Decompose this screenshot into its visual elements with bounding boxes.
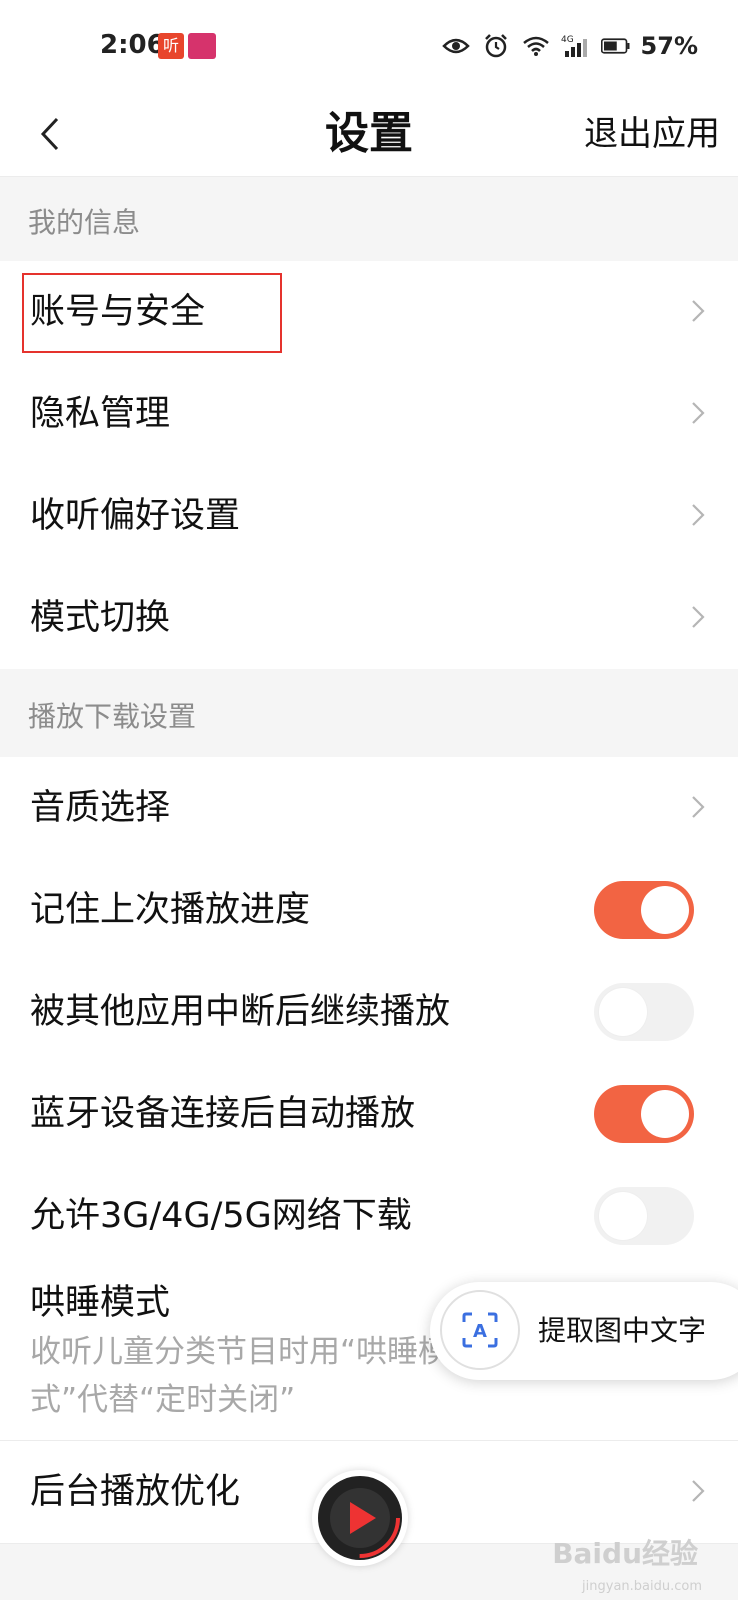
status-time: 2:06	[100, 30, 165, 60]
row-bluetooth-autoplay: 蓝牙设备连接后自动播放	[0, 1063, 738, 1166]
toggle-knob	[599, 988, 647, 1036]
eye-icon	[441, 32, 471, 60]
row-label: 哄睡模式	[30, 1283, 171, 1323]
chevron-right-icon	[692, 606, 705, 628]
chevron-right-icon	[692, 402, 705, 424]
wifi-icon	[521, 32, 551, 60]
status-icons: 4G 57%	[441, 30, 698, 62]
svg-text:4G: 4G	[561, 35, 574, 45]
mobile-network-download-toggle[interactable]	[594, 1187, 694, 1245]
row-privacy[interactable]: 隐私管理	[0, 363, 738, 466]
exit-app-button[interactable]: 退出应用	[584, 106, 720, 162]
row-remember-progress: 记住上次播放进度	[0, 859, 738, 962]
resume-after-interrupt-toggle[interactable]	[594, 983, 694, 1041]
row-listening-preferences[interactable]: 收听偏好设置	[0, 465, 738, 568]
row-description: 收听儿童分类节目时用“哄睡模式”代替“定时关闭”	[30, 1334, 450, 1418]
row-label: 隐私管理	[30, 394, 171, 434]
album-cover	[318, 1476, 402, 1560]
section-title: 播放下载设置	[28, 700, 197, 733]
row-label: 音质选择	[30, 788, 171, 828]
ximalaya-app-icon: 听	[158, 33, 184, 59]
mini-player[interactable]	[312, 1470, 408, 1566]
toggle-knob	[599, 1192, 647, 1240]
section-header-my-info: 我的信息	[0, 177, 738, 261]
row-resume-after-interrupt: 被其他应用中断后继续播放	[0, 961, 738, 1064]
row-label: 被其他应用中断后继续播放	[30, 992, 451, 1032]
chevron-right-icon	[692, 504, 705, 526]
baidu-watermark: Baidu经验	[552, 1537, 698, 1570]
row-label: 模式切换	[30, 598, 171, 638]
row-audio-quality[interactable]: 音质选择	[0, 757, 738, 860]
alarm-icon	[481, 32, 511, 60]
battery-percent: 57%	[640, 32, 698, 60]
row-mode-switch[interactable]: 模式切换	[0, 567, 738, 670]
chevron-right-icon	[692, 1480, 705, 1502]
row-mobile-network-download: 允许3G/4G/5G网络下载	[0, 1165, 738, 1268]
extract-text-label: 提取图中文字	[538, 1314, 707, 1347]
play-icon	[350, 1502, 376, 1534]
row-label: 后台播放优化	[30, 1472, 241, 1512]
signal-4g-icon: 4G	[561, 32, 591, 60]
chevron-right-icon	[692, 300, 705, 322]
baidu-watermark-url: jingyan.baidu.com	[582, 1579, 702, 1594]
highlight-annotation	[22, 273, 282, 353]
remember-progress-toggle[interactable]	[594, 881, 694, 939]
status-bar: 2:06 听 4G 57%	[0, 0, 738, 92]
bluetooth-autoplay-toggle[interactable]	[594, 1085, 694, 1143]
row-label: 记住上次播放进度	[30, 890, 311, 930]
extract-text-popup[interactable]: A 提取图中文字	[430, 1282, 738, 1380]
battery-icon	[600, 32, 631, 60]
row-label: 允许3G/4G/5G网络下载	[30, 1196, 412, 1236]
section-title: 我的信息	[28, 206, 141, 239]
notification-app-icon	[188, 33, 216, 59]
row-label: 收听偏好设置	[30, 496, 241, 536]
toggle-knob	[641, 886, 689, 934]
toggle-knob	[641, 1090, 689, 1138]
section-header-playback-download: 播放下载设置	[0, 669, 738, 757]
text-recognition-icon: A	[440, 1290, 520, 1370]
row-label: 蓝牙设备连接后自动播放	[30, 1094, 416, 1134]
nav-header: 设置 退出应用	[0, 92, 738, 177]
svg-text:A: A	[473, 1321, 487, 1342]
chevron-right-icon	[692, 796, 705, 818]
